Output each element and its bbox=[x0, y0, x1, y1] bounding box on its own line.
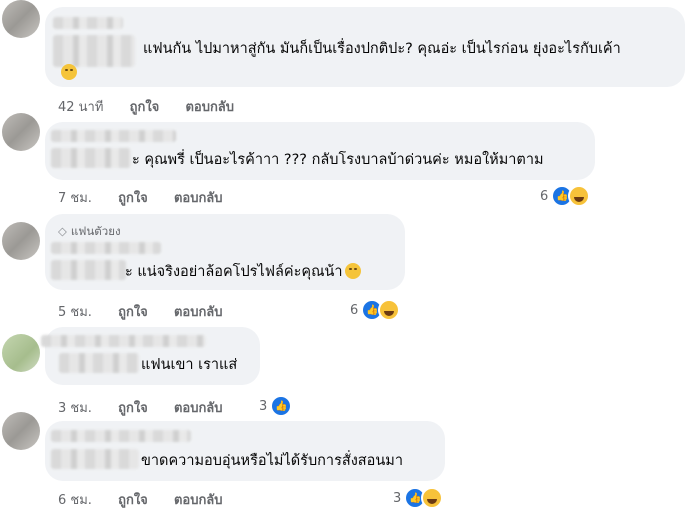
redacted-name bbox=[51, 260, 126, 280]
like-button[interactable]: ถูกใจ bbox=[130, 100, 160, 115]
reply-button[interactable]: ตอบกลับ bbox=[174, 401, 223, 416]
redacted-name bbox=[51, 449, 139, 469]
comment-bubble: แฟนกัน ไปมาหาสู่กัน มันก็เป็นเรื่องปกติป… bbox=[45, 7, 685, 87]
avatar[interactable] bbox=[2, 334, 40, 372]
comment-actions: 6 ชม. ถูกใจ ตอบกลับ bbox=[58, 489, 245, 510]
timestamp[interactable]: 7 ชม. bbox=[58, 191, 92, 206]
redacted-name bbox=[53, 17, 123, 29]
avatar[interactable] bbox=[2, 0, 40, 38]
comment-text: ะ คุณพรี่ เป็นอะไรค้าาา ??? กลับโรงบาลบ้… bbox=[132, 152, 544, 168]
timestamp[interactable]: 3 ชม. bbox=[58, 401, 92, 416]
avatar[interactable] bbox=[2, 113, 40, 151]
comment-actions: 5 ชม. ถูกใจ ตอบกลับ bbox=[58, 301, 245, 322]
comment-bubble: ะ คุณพรี่ เป็นอะไรค้าาา ??? กลับโรงบาลบ้… bbox=[45, 122, 595, 180]
smiling-face-emoji-icon bbox=[61, 64, 77, 80]
comment-text: ะ แน่จริงอย่าล้อคโปรไฟล์ค่ะคุณน้า bbox=[125, 262, 361, 282]
avatar[interactable] bbox=[2, 412, 40, 450]
comment-text: แฟนเขา เราแส่ bbox=[141, 357, 238, 373]
like-button[interactable]: ถูกใจ bbox=[118, 493, 148, 508]
reply-button[interactable]: ตอบกลับ bbox=[185, 100, 234, 115]
reaction-count: 6 bbox=[350, 302, 359, 318]
comment-actions: 3 ชม. ถูกใจ ตอบกลับ bbox=[58, 397, 245, 418]
comment-bubble: แฟนเขา เราแส่ bbox=[41, 327, 260, 385]
comment-text-emoji-line bbox=[59, 63, 77, 83]
comment-bubble: ขาดความอบอุ่นหรือไม่ได้รับการสั่งสอนมา bbox=[45, 421, 445, 481]
reaction-summary[interactable]: 6 👍 bbox=[540, 185, 591, 207]
reaction-count: 3 bbox=[259, 398, 268, 414]
reaction-summary[interactable]: 3 👍 bbox=[259, 395, 293, 417]
timestamp[interactable]: 42 นาที bbox=[58, 100, 103, 115]
redacted-name bbox=[51, 430, 191, 442]
comment-text: แฟนกัน ไปมาหาสู่กัน มันก็เป็นเรื่องปกติป… bbox=[143, 41, 621, 57]
rolling-laughing-emoji-icon bbox=[344, 263, 361, 279]
like-button[interactable]: ถูกใจ bbox=[118, 401, 148, 416]
haha-emoji-icon bbox=[421, 487, 444, 509]
reply-button[interactable]: ตอบกลับ bbox=[174, 493, 223, 508]
timestamp[interactable]: 5 ชม. bbox=[58, 305, 92, 320]
reaction-count: 6 bbox=[540, 188, 549, 204]
comment-bubble: ◇ แฟนตัวยง ะ แน่จริงอย่าล้อคโปรไฟล์ค่ะคุณ… bbox=[45, 214, 405, 290]
reaction-summary[interactable]: 6 👍 bbox=[350, 299, 401, 321]
redacted-name bbox=[59, 353, 139, 373]
diamond-icon: ◇ bbox=[58, 224, 67, 238]
reaction-count: 3 bbox=[393, 490, 402, 506]
redacted-name bbox=[51, 242, 161, 254]
reply-button[interactable]: ตอบกลับ bbox=[174, 305, 223, 320]
comment-actions: 42 นาที ถูกใจ ตอบกลับ bbox=[58, 96, 256, 117]
redacted-name bbox=[41, 335, 206, 347]
comment-text: ขาดความอบอุ่นหรือไม่ได้รับการสั่งสอนมา bbox=[141, 453, 403, 469]
like-button[interactable]: ถูกใจ bbox=[118, 305, 148, 320]
avatar[interactable] bbox=[2, 222, 40, 260]
haha-emoji-icon bbox=[568, 185, 591, 207]
top-fan-badge[interactable]: ◇ แฟนตัวยง bbox=[58, 223, 121, 241]
redacted-name bbox=[51, 148, 131, 168]
haha-emoji-icon bbox=[378, 299, 401, 321]
like-button[interactable]: ถูกใจ bbox=[118, 191, 148, 206]
thumbs-up-icon: 👍 bbox=[270, 395, 293, 417]
reaction-summary[interactable]: 3 👍 bbox=[393, 487, 444, 509]
comment-actions: 7 ชม. ถูกใจ ตอบกลับ bbox=[58, 187, 245, 208]
timestamp[interactable]: 6 ชม. bbox=[58, 493, 92, 508]
redacted-name bbox=[51, 130, 176, 142]
reply-button[interactable]: ตอบกลับ bbox=[174, 191, 223, 206]
